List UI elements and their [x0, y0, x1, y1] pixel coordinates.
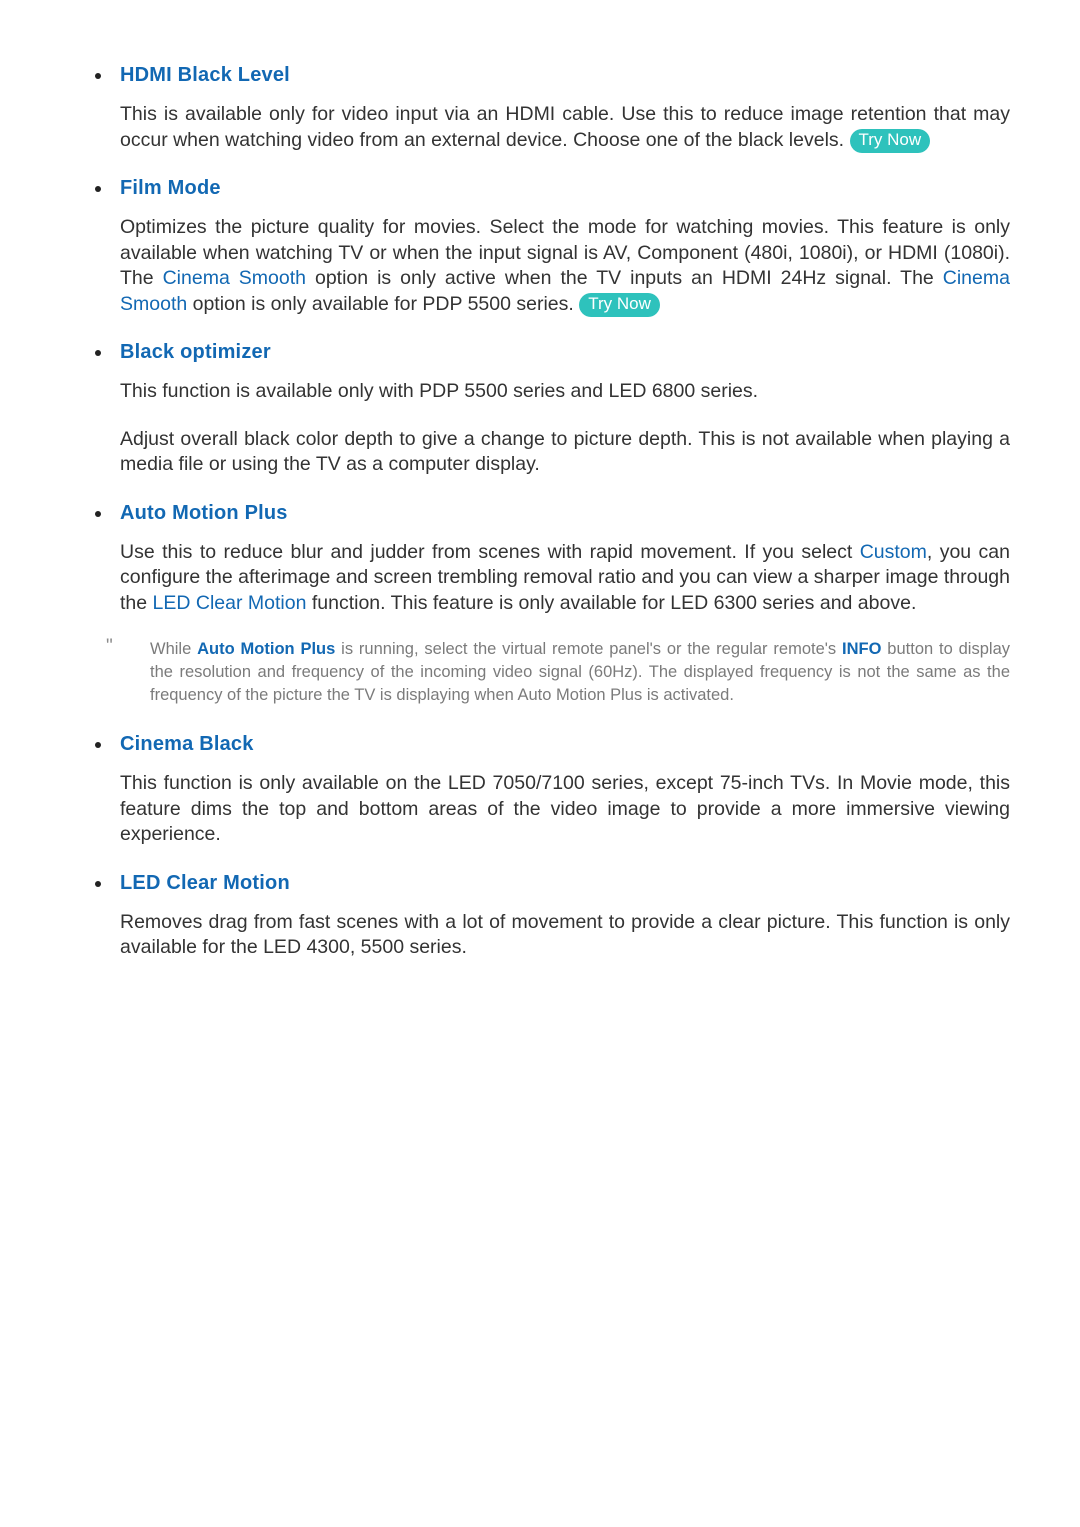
manual-section: Cinema Black This function is only availa… [70, 731, 1010, 848]
section-heading-label: Auto Motion Plus [120, 501, 288, 524]
text-run: While [150, 640, 198, 658]
text-run: Adjust overall black color depth to give… [120, 427, 1010, 476]
text-run: is running, select the virtual remote pa… [335, 640, 843, 658]
section-heading-film-mode[interactable]: Film Mode [70, 175, 1010, 201]
try-now-badge[interactable]: Try Now [579, 292, 660, 317]
body-paragraph: Optimizes the picture quality for movies… [70, 215, 1010, 317]
text-run: This function is only available on the L… [120, 772, 1010, 845]
body-paragraph: This function is only available on the L… [70, 771, 1010, 848]
text-run: This function is available only with PDP… [120, 380, 759, 402]
manual-section: HDMI Black Level This is available only f… [70, 62, 1010, 153]
section-heading-label: Film Mode [120, 177, 221, 199]
bullet-icon [95, 186, 101, 192]
inline-link[interactable]: Custom [860, 541, 927, 563]
bullet-icon [95, 880, 101, 887]
text-run: function. This feature is only available… [306, 591, 917, 614]
manual-content: HDMI Black Level This is available only f… [70, 62, 1010, 961]
inline-link[interactable]: LED Clear Motion [153, 592, 307, 614]
inline-link[interactable]: INFO [842, 640, 881, 658]
body-paragraph: Removes drag from fast scenes with a lot… [70, 910, 1010, 961]
text-run: Removes drag from fast scenes with a lot… [120, 910, 1010, 959]
section-heading-label: LED Clear Motion [120, 871, 290, 894]
inline-link[interactable]: Cinema Smooth [163, 267, 306, 289]
manual-section: Film Mode Optimizes the picture quality f… [70, 175, 1010, 317]
try-now-badge[interactable]: Try Now [849, 128, 931, 153]
body-paragraph: This function is available only with PDP… [70, 379, 1010, 405]
section-heading-auto-motion-plus[interactable]: Auto Motion Plus [70, 500, 1010, 526]
section-heading-label: Cinema Black [120, 733, 254, 755]
manual-section: Auto Motion Plus Use this to reduce blur … [70, 500, 1010, 708]
text-run: option is only active when the TV inputs… [305, 267, 943, 289]
body-paragraph: This is available only for video input v… [70, 102, 1010, 153]
bullet-icon [95, 350, 101, 356]
manual-page: HDMI Black Level This is available only f… [0, 0, 1080, 1527]
section-heading-black-optimizer[interactable]: Black optimizer [70, 339, 1010, 365]
bullet-icon [95, 742, 101, 748]
note-quote-icon: " [106, 636, 113, 657]
body-paragraph: Adjust overall black color depth to give… [70, 427, 1010, 478]
manual-section: LED Clear Motion Removes drag from fast s… [70, 870, 1010, 961]
manual-section: Black optimizer This function is availabl… [70, 339, 1010, 478]
bullet-icon [95, 510, 101, 517]
note-block: " While Auto Motion Plus is running, sele… [70, 636, 1010, 707]
section-heading-label: Black optimizer [120, 341, 271, 363]
bullet-icon [95, 73, 101, 79]
note-text: While Auto Motion Plus is running, selec… [150, 638, 1010, 707]
body-paragraph: Use this to reduce blur and judder from … [70, 540, 1010, 617]
text-run: Use this to reduce blur and judder from … [120, 540, 860, 563]
inline-link[interactable]: Auto Motion Plus [197, 640, 335, 658]
section-heading-cinema-black[interactable]: Cinema Black [70, 731, 1010, 757]
section-heading-label: HDMI Black Level [120, 64, 290, 86]
section-heading-led-clear-motion[interactable]: LED Clear Motion [70, 870, 1010, 896]
text-run: option is only available for PDP 5500 se… [187, 292, 580, 315]
section-heading-hdmi-black-level[interactable]: HDMI Black Level [70, 62, 1010, 88]
